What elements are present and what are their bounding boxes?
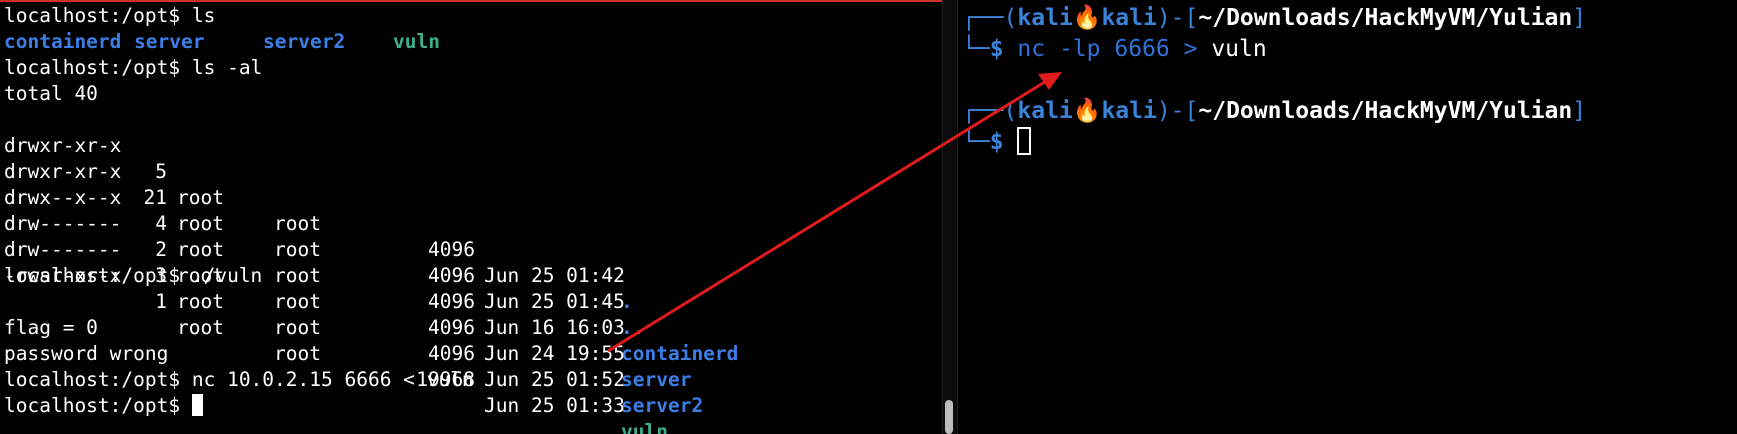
size: 4096 xyxy=(428,290,475,313)
size: 4096 xyxy=(428,264,475,287)
left-terminal-pane[interactable]: localhost:/opt$ ls containerd server serve… xyxy=(0,0,942,434)
owner: root xyxy=(177,264,224,287)
size: 4096 xyxy=(428,342,475,365)
right-terminal-pane[interactable]: ┌──(kali🔥kali)-[~/Downloads/HackMyVM/Yul… xyxy=(958,0,1737,434)
date: Jun 25 01:42 xyxy=(484,264,625,287)
redirect-operator: > xyxy=(1183,36,1198,62)
listing-row: -rwsr-xr-x 1 root root 19968 Jun 25 01:3… xyxy=(4,237,668,434)
file-name: vuln xyxy=(621,420,668,434)
prompt-host: kali xyxy=(1101,5,1157,31)
date: Jun 25 01:52 xyxy=(484,368,625,391)
group: root xyxy=(274,316,321,339)
prompt-host: kali xyxy=(1101,98,1157,124)
right-terminal-output: ┌──(kali🔥kali)-[~/Downloads/HackMyVM/Yul… xyxy=(962,3,1586,158)
listing-row: drw------- 2 root root 4096 Jun 24 19:55… xyxy=(4,185,691,391)
file-name: containerd xyxy=(621,342,739,365)
prompt-frame: ┌── xyxy=(962,98,1004,124)
date: Jun 16 16:03 xyxy=(484,316,625,339)
listing-row: drwx--x--x 4 root root 4096 Jun 16 16:03… xyxy=(4,159,738,365)
prompt-user: kali xyxy=(1017,98,1073,124)
text-cursor xyxy=(191,394,203,416)
size: 19968 xyxy=(416,368,475,391)
prompt-path: ~/Downloads/HackMyVM/Yulian xyxy=(1198,5,1573,31)
prompt: localhost:/opt$ xyxy=(4,56,181,79)
command: ls -al xyxy=(191,56,263,79)
links: 1 xyxy=(155,290,167,313)
prompt-frame: ┌── xyxy=(962,5,1004,31)
prompt-command-line: └─$ nc -lp 6666 > vuln xyxy=(962,34,1586,65)
terminal-line: containerd server server2 vuln xyxy=(4,29,474,55)
group: root xyxy=(274,290,321,313)
terminal-line: localhost:/opt$ ls xyxy=(4,3,474,29)
perms: -rwsr-xr-x xyxy=(4,264,122,287)
group: root xyxy=(274,264,321,287)
listing-row: drwxr-xr-x 21 root root 4096 Jun 25 01:4… xyxy=(4,133,644,339)
owner: root xyxy=(177,316,224,339)
date: Jun 24 19:55 xyxy=(484,342,625,365)
prompt-frame: ( xyxy=(1003,98,1018,124)
prompt-dollar: $ xyxy=(989,36,1004,62)
terminal-line: total 40 xyxy=(4,82,98,105)
terminal-line: localhost:/opt$ ls -al xyxy=(4,55,474,81)
ls-entry: vuln xyxy=(393,30,440,53)
size: 4096 xyxy=(428,316,475,339)
prompt-path: ~/Downloads/HackMyVM/Yulian xyxy=(1198,98,1573,124)
ls-entry: server xyxy=(134,30,205,53)
prompt-frame: ( xyxy=(1003,5,1018,31)
prompt-frame: ] xyxy=(1572,98,1587,124)
left-terminal-output: localhost:/opt$ ls containerd server serve… xyxy=(4,3,738,434)
date: Jun 25 01:45 xyxy=(484,290,625,313)
command: nc -lp 6666 xyxy=(1017,36,1170,62)
pane-divider[interactable] xyxy=(942,0,958,434)
terminal-input-line[interactable]: └─$ xyxy=(962,127,1586,158)
listing-row: drw------- 3 root root 4096 Jun 25 01:52… xyxy=(4,211,703,417)
prompt-header-line: ┌──(kali🔥kali)-[~/Downloads/HackMyVM/Yul… xyxy=(962,96,1586,127)
prompt: localhost:/opt$ xyxy=(4,4,181,27)
prompt-frame: ] xyxy=(1572,5,1587,31)
prompt-user: kali xyxy=(1017,5,1073,31)
prompt-dollar: $ xyxy=(989,129,1004,155)
prompt-frame: )-[ xyxy=(1156,98,1199,124)
group: root xyxy=(274,342,321,365)
command: ls xyxy=(191,4,216,27)
ls-entry: containerd xyxy=(4,30,122,53)
fire-icon: 🔥 xyxy=(1072,98,1102,124)
scrollbar-thumb[interactable] xyxy=(945,400,953,434)
redirect-target: vuln xyxy=(1211,36,1267,62)
fire-icon: 🔥 xyxy=(1072,5,1102,31)
ls-entry: server2 xyxy=(263,30,346,53)
file-name: server xyxy=(621,368,692,391)
prompt-frame: └─ xyxy=(962,129,990,155)
prompt-frame: )-[ xyxy=(1156,5,1199,31)
listing-row: drwxr-xr-x 5 root root 4096 Jun 25 01:42… xyxy=(4,107,633,313)
prompt-frame: └─ xyxy=(962,36,990,62)
file-name: server2 xyxy=(621,394,704,417)
prompt-header-line: ┌──(kali🔥kali)-[~/Downloads/HackMyVM/Yul… xyxy=(962,3,1586,34)
text-cursor xyxy=(1017,127,1032,155)
date: Jun 25 01:33 xyxy=(484,394,625,417)
owner: root xyxy=(177,290,224,313)
links: 3 xyxy=(155,264,167,287)
